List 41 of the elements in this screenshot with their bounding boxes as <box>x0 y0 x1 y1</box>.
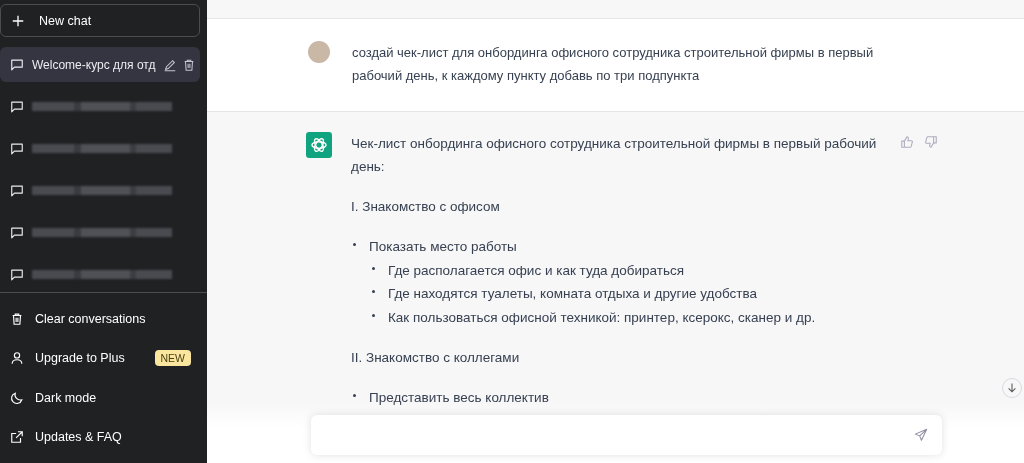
external-link-icon <box>10 430 24 445</box>
section-heading: I. Знакомство с офисом <box>351 198 501 216</box>
trash-icon <box>10 311 24 326</box>
list-item-text: Показать место работы <box>369 238 517 256</box>
user-message-text: создай чек-лист для онбординга офисного сотрудника строительной фирмы в первый рабочий день, к каждому пункту добавь по три подпункта <box>352 44 875 85</box>
scroll-down-button[interactable] <box>1002 378 1022 398</box>
chat-bubble-icon <box>10 225 24 240</box>
send-icon[interactable] <box>914 428 928 442</box>
chat-bubble-icon <box>10 99 24 114</box>
chat-bubble-icon <box>10 57 24 72</box>
list-item-text: Где располагается офис и как туда добираться <box>388 261 684 280</box>
chat-bubble-icon <box>10 267 24 282</box>
bullet-icon <box>372 290 375 293</box>
moon-icon <box>10 390 24 405</box>
sidebar-menu-item[interactable]: Upgrade to Plus NEW <box>0 338 207 378</box>
assistant-logo-icon <box>306 132 332 158</box>
chat-bubble-icon <box>10 141 24 156</box>
user-avatar <box>308 41 330 63</box>
sidebar-menu-item[interactable]: Updates & FAQ <box>0 417 207 457</box>
bullet-icon <box>353 394 356 397</box>
pencil-icon[interactable] <box>163 57 178 72</box>
arrow-down-icon <box>1006 382 1018 394</box>
bullet-icon <box>353 243 356 246</box>
list-item-text: Где находятся туалеты, комната отдыха и другие удобства <box>388 285 758 303</box>
new-badge: NEW <box>154 350 191 367</box>
section-heading: II. Знакомство с коллегами <box>351 349 521 367</box>
thumbs-down-icon[interactable] <box>924 135 938 149</box>
bullet-icon <box>372 313 375 317</box>
chat-bubble-icon <box>10 183 24 198</box>
new-chat-button[interactable]: New chat <box>0 4 200 37</box>
assistant-intro-text: Чек-лист онбординга офисного сотрудника строительной фирмы в первый рабочий день: <box>351 135 878 176</box>
plus-icon <box>11 13 25 28</box>
sidebar-menu-item[interactable]: Clear conversations <box>0 299 207 339</box>
bullet-icon <box>372 266 375 270</box>
list-item-text: Как пользоваться офисной техникой: принтер, ксерокс, сканер и др. <box>388 308 816 327</box>
thumbs-up-icon[interactable] <box>900 135 914 149</box>
chat-history-item[interactable]: Welcome-курс для отд <box>0 47 200 82</box>
sidebar-menu-item[interactable]: Dark mode <box>0 378 207 418</box>
user-icon <box>10 351 24 366</box>
list-item-text: Представить весь коллектив <box>369 389 549 407</box>
message-input-field[interactable] <box>311 415 942 455</box>
